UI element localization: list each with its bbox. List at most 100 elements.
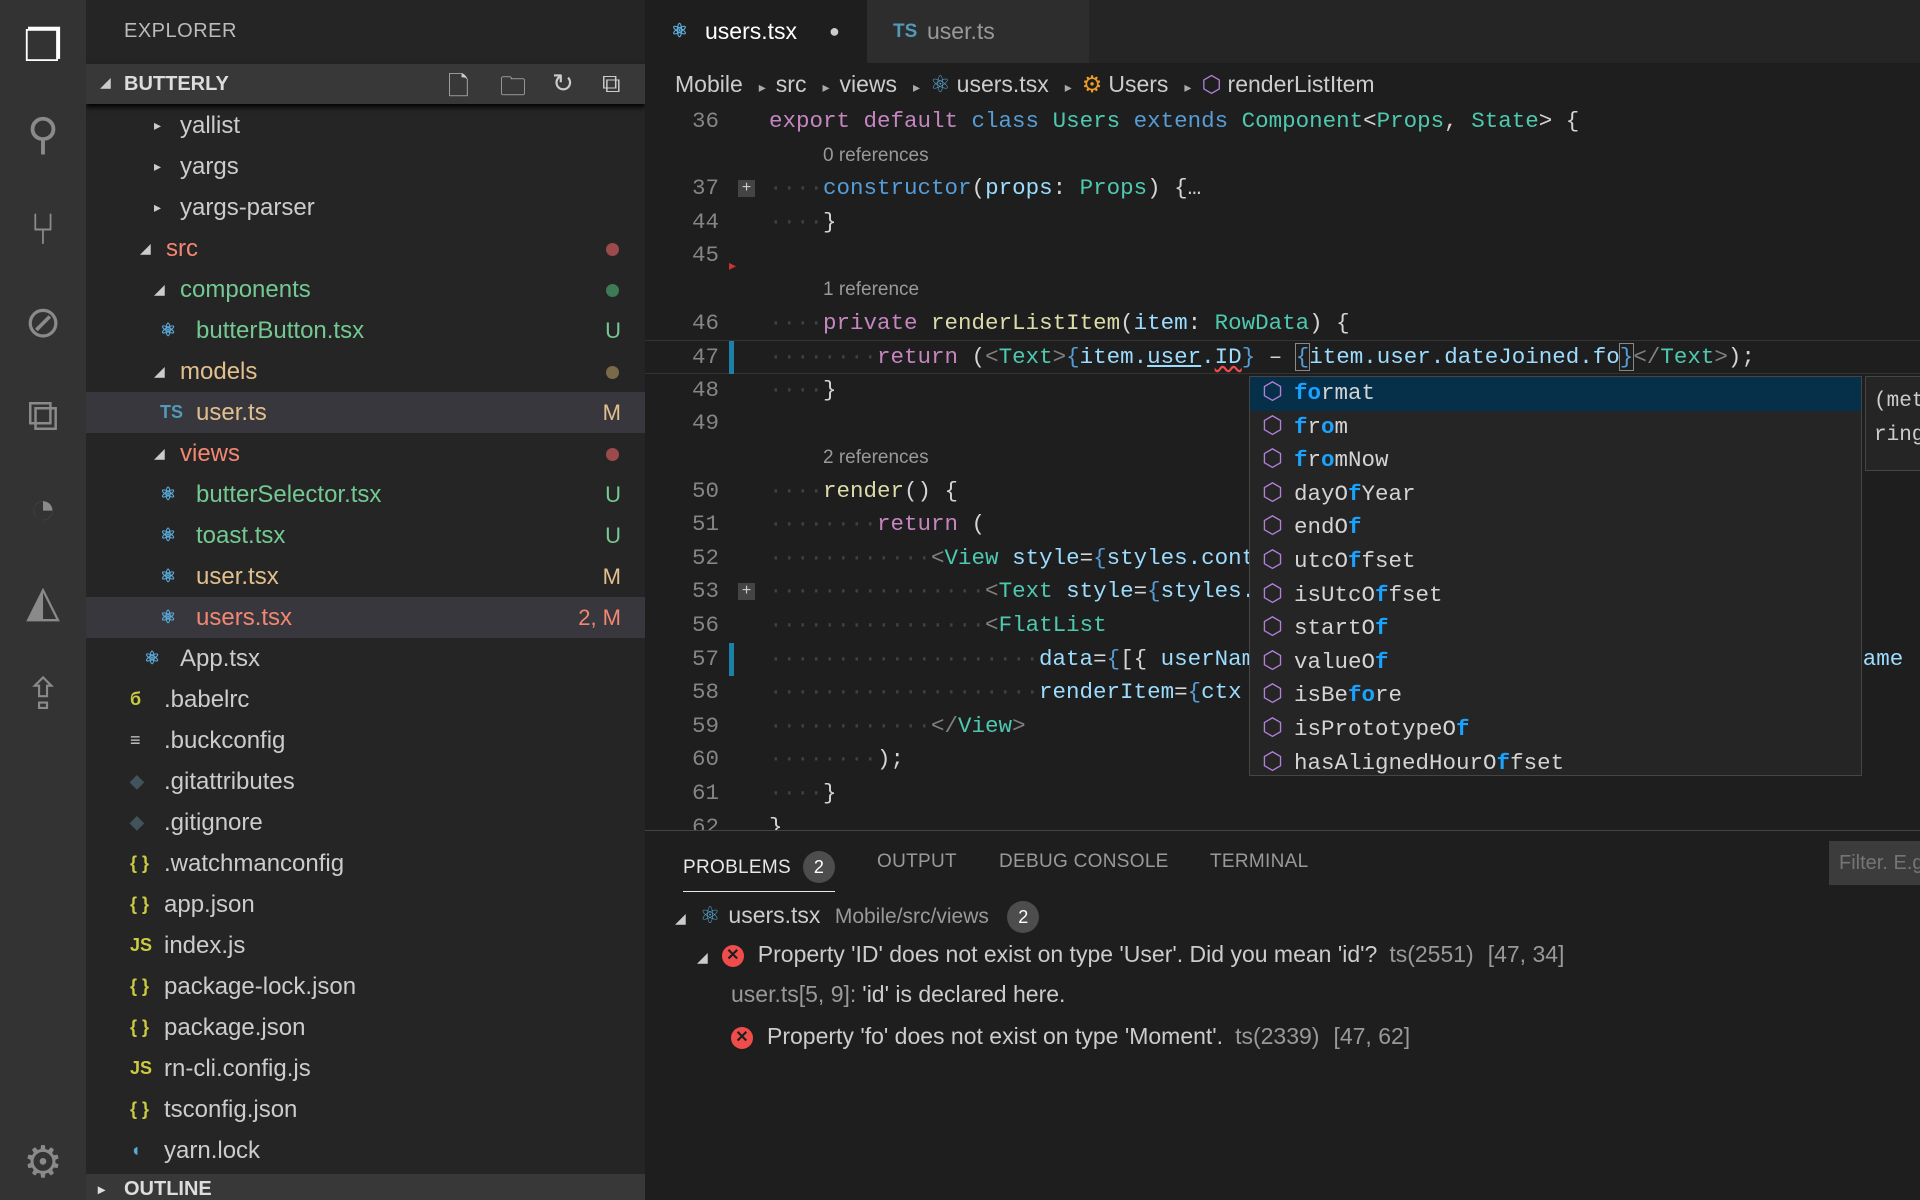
suggestion-item[interactable]: ⬡ isBefore [1250, 679, 1861, 713]
settings-gear-icon[interactable]: ⚙ [13, 1133, 73, 1193]
source-control-icon[interactable]: ⑂ [13, 200, 73, 260]
tree-item[interactable]: ▸ yargs-parser [86, 187, 645, 228]
code-token: ················ [769, 578, 986, 605]
detail-line: ring [1874, 424, 1920, 447]
code-token: < [985, 578, 999, 605]
tree-item-label: .buckconfig [164, 727, 286, 754]
gitlens-icon[interactable]: ◔ [13, 479, 73, 539]
suggestion-item[interactable]: ⬡ endOf [1250, 511, 1861, 545]
tree-item[interactable]: { } app.json [86, 884, 645, 925]
live-share-icon[interactable]: ⇪ [13, 665, 73, 725]
problem-item[interactable]: ✕ Property 'fo' does not exist on type 'M… [731, 1023, 1410, 1050]
code-token: State [1471, 108, 1539, 134]
suggestion-item[interactable]: ⬡ isUtcOffset [1250, 579, 1861, 613]
tree-item[interactable]: ⚛ butterButton.tsx U [86, 310, 645, 351]
tab-users-tsx[interactable]: ⚛ users.tsx ● [645, 0, 867, 63]
related-info[interactable]: user.ts[5, 9]:'id' is declared here. [731, 981, 1065, 1008]
dirty-indicator-icon[interactable]: ● [829, 0, 840, 63]
panel-tab-terminal[interactable]: TERMINAL [1210, 851, 1308, 873]
suggestion-item[interactable]: ⬡ hasAlignedHourOffset [1250, 747, 1861, 781]
code-token: style [1066, 578, 1134, 605]
tree-item[interactable]: ⚛ users.tsx 2, M [86, 597, 645, 638]
breadcrumb-item[interactable]: Users [1108, 71, 1168, 97]
tree-item[interactable]: ⚛ App.tsx [86, 638, 645, 679]
tree-item[interactable]: ◢ models [86, 351, 645, 392]
breadcrumb-item[interactable]: renderListItem [1228, 71, 1375, 97]
code-token: Users [1052, 108, 1134, 134]
tab-user-ts[interactable]: TS user.ts [867, 0, 1089, 63]
collapse-all-icon[interactable]: ⧉ [602, 68, 621, 100]
code-text: ················<Text style={styles. [769, 575, 1255, 609]
suggestion-item[interactable]: ⬡ from [1250, 411, 1861, 445]
panel-tab-problems[interactable]: PROBLEMS 2 [683, 851, 835, 892]
suggestion-text: fset [1510, 749, 1565, 776]
panel-tab-output[interactable]: OUTPUT [877, 851, 957, 873]
tree-item[interactable]: JS rn-cli.config.js [86, 1048, 645, 1089]
codelens[interactable]: 1 reference [645, 273, 1920, 307]
codelens-references[interactable]: 2 references [823, 441, 929, 475]
new-folder-icon[interactable]: 🗀 [500, 68, 526, 112]
tree-item[interactable]: ◆ .gitignore [86, 802, 645, 843]
panel-tab-debug-console[interactable]: DEBUG CONSOLE [999, 851, 1169, 873]
tree-item[interactable]: TS user.ts M [86, 392, 645, 433]
suggestion-item[interactable]: ⬡ startOf [1250, 612, 1861, 646]
refresh-icon[interactable]: ↻ [552, 68, 574, 99]
suggestion-item[interactable]: ⬡ valueOf [1250, 646, 1861, 680]
problem-item[interactable]: ◢ ✕ Property 'ID' does not exist on type '… [697, 941, 1564, 968]
method-icon: ⬡ [1262, 749, 1283, 777]
tree-item[interactable]: ⚛ toast.tsx U [86, 515, 645, 556]
codelens-references[interactable]: 0 references [823, 139, 929, 173]
tree-item[interactable]: ⚛ butterSelector.tsx U [86, 474, 645, 515]
suggestion-text: valueO [1294, 648, 1376, 675]
new-file-icon[interactable]: 🗋 [448, 68, 469, 112]
code-token: { [1294, 343, 1311, 372]
breadcrumb-item[interactable]: src [776, 71, 807, 97]
suggestion-item[interactable]: ⬡ utcOffset [1250, 545, 1861, 579]
suggestion-item[interactable]: ⬡ dayOfYear [1250, 478, 1861, 512]
tree-item[interactable]: б .babelrc [86, 679, 645, 720]
azure-icon[interactable]: ◭ [13, 572, 73, 632]
workspace-section-header[interactable]: ◢ BUTTERLY 🗋 🗀 ↻ ⧉ [86, 64, 645, 104]
fold-expand-icon[interactable]: + [738, 583, 755, 601]
tree-item[interactable]: ◢ src [86, 228, 645, 269]
problems-filter-input[interactable] [1829, 841, 1920, 885]
fold-expand-icon[interactable]: + [738, 180, 755, 198]
codelens[interactable]: 0 references [645, 139, 1920, 173]
debug-icon[interactable]: ⊘ [13, 293, 73, 353]
tree-item[interactable]: ⚛ user.tsx M [86, 556, 645, 597]
tree-item[interactable]: ▸ yargs [86, 146, 645, 187]
tree-item-label: users.tsx [196, 604, 293, 631]
outline-section-header[interactable]: ▸ OUTLINE [86, 1174, 645, 1200]
breadcrumb-item[interactable]: users.tsx [957, 71, 1049, 97]
tree-item[interactable]: { } package-lock.json [86, 966, 645, 1007]
tree-item[interactable]: { } .watchmanconfig [86, 843, 645, 884]
code-token: ( [971, 175, 986, 202]
search-icon[interactable]: ⚲ [13, 105, 73, 165]
code-token: styles. [1160, 578, 1256, 605]
suggestion-item[interactable]: ⬡ fromNow [1250, 444, 1861, 478]
files-icon[interactable]: ❐ [13, 17, 73, 77]
tree-item[interactable]: ▸ yallist [86, 105, 645, 146]
tree-item[interactable]: { } package.json [86, 1007, 645, 1048]
react-file-icon: ⚛ [160, 320, 177, 340]
suggestion-item[interactable]: ⬡ isPrototypeOf [1250, 713, 1861, 747]
tree-item-label: rn-cli.config.js [164, 1055, 311, 1082]
breadcrumb-item[interactable]: Mobile [675, 71, 743, 97]
extensions-icon[interactable]: ⧉ [13, 386, 73, 446]
problem-file-row[interactable]: ◢ ⚛ users.tsx Mobile/src/views 2 [675, 901, 1040, 933]
tree-item[interactable]: ◖ yarn.lock [86, 1130, 645, 1171]
codelens-references[interactable]: 1 reference [823, 273, 919, 307]
tree-item-label: .gitattributes [164, 768, 295, 795]
breadcrumb-item[interactable]: views [840, 71, 898, 97]
tree-item[interactable]: { } tsconfig.json [86, 1089, 645, 1130]
modified-gutter-indicator [729, 642, 734, 676]
code-token: [{ [1120, 645, 1161, 672]
tree-item[interactable]: ◢ views [86, 433, 645, 474]
suggestion-item[interactable]: ⬡ format [1250, 377, 1861, 411]
tree-item[interactable]: ◢ components [86, 269, 645, 310]
tree-item[interactable]: ≡ .buckconfig [86, 720, 645, 761]
code-token: : [1052, 175, 1080, 202]
tree-item[interactable]: JS index.js [86, 925, 645, 966]
panel-tab-label: PROBLEMS [683, 857, 791, 878]
tree-item[interactable]: ◆ .gitattributes [86, 761, 645, 802]
